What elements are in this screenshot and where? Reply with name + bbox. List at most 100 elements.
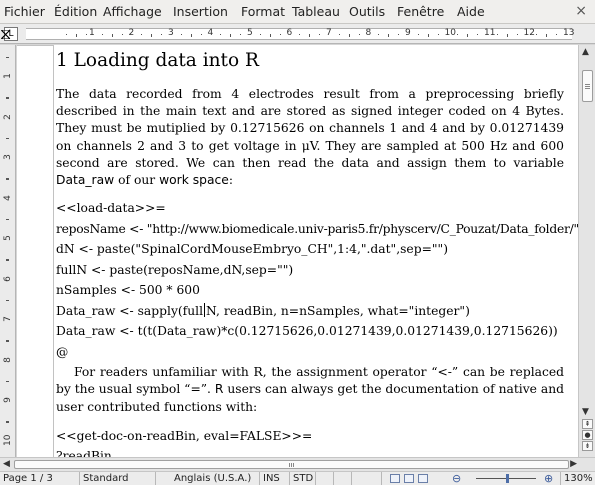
document-body[interactable]: 1 Loading data into R The data recorded … xyxy=(56,48,578,457)
ruler-tick xyxy=(121,34,123,35)
vertical-ruler-number: 10 xyxy=(3,434,13,446)
book-view-icon[interactable] xyxy=(418,474,428,483)
ruler-tick xyxy=(477,34,479,35)
ruler-tick xyxy=(319,34,321,35)
ruler-tick xyxy=(180,34,182,35)
ruler-tick xyxy=(516,34,518,35)
vertical-ruler-tick xyxy=(6,340,9,342)
menu-fenetre[interactable]: Fenêtre xyxy=(397,4,444,19)
next-page-icon[interactable]: ⇟ xyxy=(582,441,593,451)
vertical-ruler-number: 7 xyxy=(3,316,13,322)
document-modified-indicator xyxy=(316,472,334,485)
paragraph-intro: The data recorded from 4 electrodes resu… xyxy=(56,87,564,188)
ruler-number: 8 xyxy=(365,28,372,38)
vertical-ruler-number: 1 xyxy=(3,73,13,79)
ruler-tick xyxy=(259,34,261,35)
vertical-ruler-tick xyxy=(6,178,9,180)
ruler-tick xyxy=(299,34,301,35)
code-line: <<load-data>>= xyxy=(56,201,166,216)
ruler-tick xyxy=(151,34,153,37)
previous-page-icon[interactable]: ⇞ xyxy=(582,419,593,429)
insert-mode[interactable]: INS xyxy=(260,472,290,485)
grip-icon xyxy=(585,84,590,85)
zoom-slider-knob[interactable] xyxy=(506,474,509,483)
scroll-right-arrow-icon[interactable]: ▶ xyxy=(570,459,577,469)
status-bar: Page 1 / 3 Standard Anglais (U.S.A.) INS… xyxy=(0,471,595,485)
ruler-number: 2 xyxy=(128,28,135,38)
object-info xyxy=(352,472,382,485)
vertical-ruler-tick xyxy=(6,421,9,423)
selection-mode[interactable]: STD xyxy=(290,472,316,485)
zoom-out-icon[interactable]: ⊖ xyxy=(452,472,461,485)
code-line: ?readBin xyxy=(56,449,112,457)
code-line: Data_raw <- sapply(full N, readBin, n=nSa… xyxy=(56,302,470,318)
menu-format[interactable]: Format xyxy=(241,4,285,19)
menu-affichage[interactable]: Affichage xyxy=(103,4,162,19)
document-page[interactable]: 1 Loading data into R The data recorded … xyxy=(17,45,578,457)
vertical-ruler-number: 2 xyxy=(3,113,13,120)
ruler-tick xyxy=(437,34,439,35)
ruler-tick xyxy=(546,34,548,37)
ruler-tick xyxy=(506,34,508,37)
vertical-ruler-tick xyxy=(6,57,9,58)
menu-aide[interactable]: Aide xyxy=(457,4,485,19)
vertical-ruler-tick xyxy=(6,219,9,220)
vertical-ruler-tick xyxy=(6,97,9,99)
ruler-tick xyxy=(200,34,202,35)
vertical-ruler-number: 3 xyxy=(3,154,13,160)
ruler-tick xyxy=(556,34,558,35)
menu-outils[interactable]: Outils xyxy=(349,4,385,19)
grip-icon xyxy=(585,88,590,89)
ruler-tick xyxy=(496,34,498,35)
zoom-in-icon[interactable]: ⊕ xyxy=(544,472,553,485)
menu-insertion[interactable]: Insertion xyxy=(173,4,228,19)
vertical-scrollbar[interactable]: ▲ ▼ ⇞ ● ⇟ xyxy=(578,45,595,457)
ruler-tick xyxy=(427,34,429,37)
ruler-tick xyxy=(86,34,88,35)
ruler-number: 9 xyxy=(405,28,411,38)
single-page-view-icon[interactable] xyxy=(390,474,400,483)
vertical-ruler-number: 8 xyxy=(3,356,13,363)
multi-page-view-icon[interactable] xyxy=(404,474,414,483)
close-document-icon[interactable]: × xyxy=(575,3,587,19)
ruler-number: 6 xyxy=(286,28,293,38)
page-style[interactable]: Standard xyxy=(80,472,156,485)
language-indicator[interactable]: Anglais (U.S.A.) xyxy=(156,472,260,485)
menu-bar: Fichier Édition Affichage Insertion Form… xyxy=(0,0,595,24)
scroll-left-arrow-icon[interactable]: ◀ xyxy=(3,459,10,469)
menu-fichier[interactable]: Fichier xyxy=(4,4,45,19)
menu-tableau[interactable]: Tableau xyxy=(292,4,340,19)
variable-name: Data_raw xyxy=(56,173,115,188)
scroll-down-arrow-icon[interactable]: ▼ xyxy=(582,407,589,417)
vertical-ruler-tick xyxy=(6,381,9,382)
page-indicator[interactable]: Page 1 / 3 xyxy=(0,472,80,485)
ruler-tick xyxy=(220,34,222,35)
vertical-ruler-tick xyxy=(6,138,9,139)
code-line: @ xyxy=(56,344,69,359)
zoom-level[interactable]: 130% xyxy=(560,472,595,485)
menu-edition[interactable]: Édition xyxy=(54,4,97,19)
scroll-up-arrow-icon[interactable]: ▲ xyxy=(582,47,589,57)
ruler-tick xyxy=(338,34,340,35)
ruler-number: 10 xyxy=(444,28,456,38)
ruler-tick xyxy=(230,34,232,37)
code-line: <<get-doc-on-readBin, eval=FALSE>>= xyxy=(56,428,313,443)
ruler-tick xyxy=(358,34,360,35)
vertical-ruler-number: 4 xyxy=(3,194,13,201)
code-line: nSamples <- 500 * 600 xyxy=(56,283,200,298)
vertical-scroll-thumb[interactable] xyxy=(582,70,593,102)
ruler-tick xyxy=(76,34,78,37)
section-heading: 1 Loading data into R xyxy=(56,50,259,71)
code-line: Data_raw <- t(t(Data_raw)*c(0.12715626,0… xyxy=(56,324,558,339)
vertical-ruler-number: 9 xyxy=(3,397,13,403)
ruler-tick xyxy=(190,34,192,37)
horizontal-scrollbar[interactable]: ◀ ▶ xyxy=(0,457,595,471)
text-cursor xyxy=(204,302,206,317)
ruler-tick xyxy=(66,34,68,35)
ruler-tick xyxy=(536,34,538,35)
vertical-ruler-tick xyxy=(6,259,9,261)
code-line: reposName <- "http://www.biomedicale.uni… xyxy=(56,221,578,236)
right-indent-marker-icon[interactable]: ⧖ xyxy=(0,24,11,44)
navigator-icon[interactable]: ● xyxy=(582,430,593,440)
horizontal-scroll-thumb[interactable] xyxy=(14,460,569,469)
